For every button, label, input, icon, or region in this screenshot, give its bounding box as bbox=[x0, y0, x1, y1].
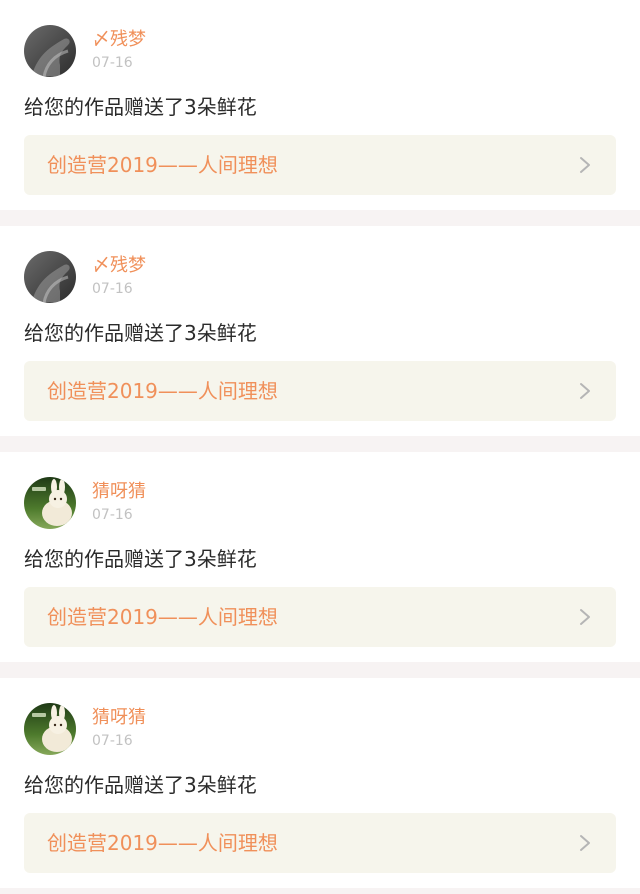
timestamp: 07-16 bbox=[92, 55, 133, 71]
work-link[interactable]: 创造营2019——人间理想 bbox=[24, 587, 616, 647]
bunny-plush-avatar-icon bbox=[24, 477, 76, 529]
timestamp: 07-16 bbox=[92, 733, 133, 749]
card-header: 〆残梦 07-16 bbox=[24, 25, 392, 77]
user-meta: 猜呀猜 07-16 bbox=[92, 477, 392, 529]
user-meta: 〆残梦 07-16 bbox=[92, 25, 392, 77]
notification-message: 给您的作品赠送了3朵鲜花 bbox=[24, 95, 257, 119]
chevron-right-icon bbox=[580, 609, 590, 625]
avatar[interactable] bbox=[24, 25, 76, 77]
work-title: 创造营2019——人间理想 bbox=[47, 605, 278, 629]
work-link[interactable]: 创造营2019——人间理想 bbox=[24, 361, 616, 421]
card-header: 猜呀猜 07-16 bbox=[24, 703, 392, 755]
work-title: 创造营2019——人间理想 bbox=[47, 831, 278, 855]
username[interactable]: 〆残梦 bbox=[92, 29, 146, 51]
notification-card: 猜呀猜 07-16 给您的作品赠送了3朵鲜花 创造营2019——人间理想 bbox=[0, 452, 640, 662]
work-title: 创造营2019——人间理想 bbox=[47, 153, 278, 177]
dark-hand-avatar-icon bbox=[24, 251, 76, 303]
chevron-right-icon bbox=[580, 157, 590, 173]
avatar[interactable] bbox=[24, 477, 76, 529]
notification-card: 〆残梦 07-16 给您的作品赠送了3朵鲜花 创造营2019——人间理想 bbox=[0, 0, 640, 210]
chevron-right-icon bbox=[580, 383, 590, 399]
notification-card: 〆残梦 07-16 给您的作品赠送了3朵鲜花 创造营2019——人间理想 bbox=[0, 226, 640, 436]
chevron-right-icon bbox=[580, 835, 590, 851]
username[interactable]: 猜呀猜 bbox=[92, 707, 146, 729]
timestamp: 07-16 bbox=[92, 507, 133, 523]
notification-message: 给您的作品赠送了3朵鲜花 bbox=[24, 547, 257, 571]
user-meta: 〆残梦 07-16 bbox=[92, 251, 392, 303]
user-meta: 猜呀猜 07-16 bbox=[92, 703, 392, 755]
avatar[interactable] bbox=[24, 251, 76, 303]
dark-hand-avatar-icon bbox=[24, 25, 76, 77]
work-link[interactable]: 创造营2019——人间理想 bbox=[24, 813, 616, 873]
notification-message: 给您的作品赠送了3朵鲜花 bbox=[24, 321, 257, 345]
work-link[interactable]: 创造营2019——人间理想 bbox=[24, 135, 616, 195]
timestamp: 07-16 bbox=[92, 281, 133, 297]
notification-card: 猜呀猜 07-16 给您的作品赠送了3朵鲜花 创造营2019——人间理想 bbox=[0, 678, 640, 888]
bunny-plush-avatar-icon bbox=[24, 703, 76, 755]
avatar[interactable] bbox=[24, 703, 76, 755]
username[interactable]: 〆残梦 bbox=[92, 255, 146, 277]
notification-feed: 〆残梦 07-16 给您的作品赠送了3朵鲜花 创造营2019——人间理想 〆残梦… bbox=[0, 0, 640, 888]
username[interactable]: 猜呀猜 bbox=[92, 481, 146, 503]
card-header: 〆残梦 07-16 bbox=[24, 251, 392, 303]
card-header: 猜呀猜 07-16 bbox=[24, 477, 392, 529]
notification-message: 给您的作品赠送了3朵鲜花 bbox=[24, 773, 257, 797]
work-title: 创造营2019——人间理想 bbox=[47, 379, 278, 403]
